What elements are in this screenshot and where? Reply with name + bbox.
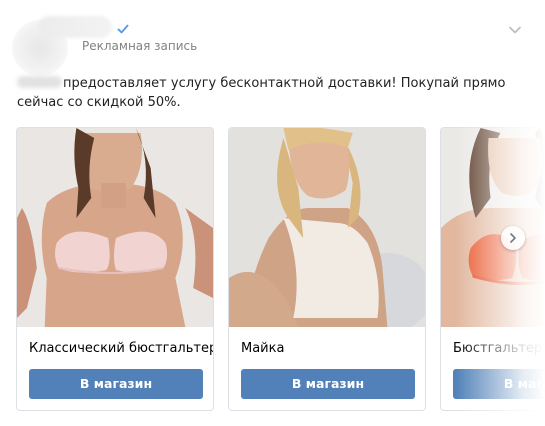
author-name[interactable] <box>38 16 112 38</box>
product-title[interactable]: Бюстгальтер с <box>453 341 545 356</box>
chevron-right-icon <box>510 233 516 243</box>
shop-button[interactable]: В магазин <box>241 369 415 399</box>
product-title[interactable]: Майка <box>241 341 284 356</box>
product-photo[interactable] <box>229 128 425 327</box>
product-carousel[interactable]: Классический бюстгальтер В магазин Майка… <box>16 127 545 413</box>
product-photo[interactable] <box>441 128 545 327</box>
chevron-down-icon[interactable] <box>507 22 523 38</box>
shop-button[interactable]: В магазин <box>453 369 545 399</box>
post-text: предоставляет услугу бесконтактной доста… <box>17 74 517 112</box>
ad-post: Рекламная запись предоставляет услугу бе… <box>0 0 545 426</box>
shop-button[interactable]: В магазин <box>29 369 203 399</box>
product-card[interactable]: Майка В магазин <box>228 127 426 411</box>
post-text-body: предоставляет услугу бесконтактной доста… <box>17 76 506 110</box>
product-card[interactable]: Бюстгальтер с В магазин <box>440 127 545 411</box>
product-photo[interactable] <box>17 128 213 327</box>
verified-check-icon <box>117 24 129 34</box>
carousel-next-button[interactable] <box>501 226 525 250</box>
product-title[interactable]: Классический бюстгальтер <box>29 341 213 356</box>
ad-label: Рекламная запись <box>82 39 198 53</box>
brand-name[interactable] <box>17 76 62 88</box>
product-card[interactable]: Классический бюстгальтер В магазин <box>16 127 214 411</box>
